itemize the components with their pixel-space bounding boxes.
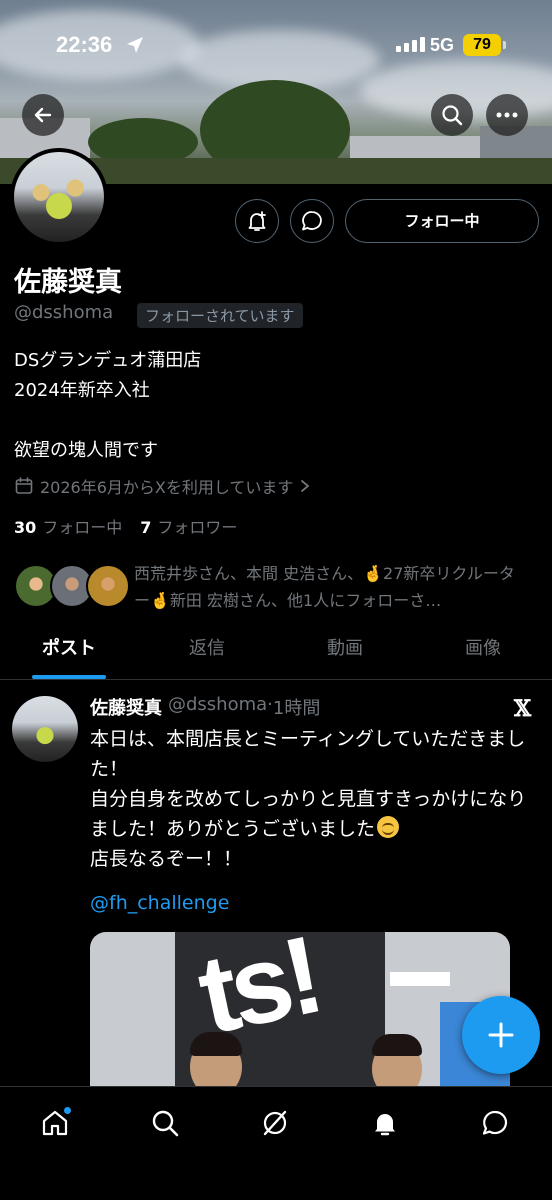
nav-messages[interactable] (475, 1103, 515, 1143)
following-label: フォロー中 (42, 518, 123, 537)
tab-videos[interactable]: 動画 (276, 624, 414, 679)
smiling-face-emoji-icon (377, 816, 400, 838)
x-logo-icon: 𝕏 (514, 696, 532, 722)
battery-indicator: 79 (463, 34, 506, 56)
post-author-name[interactable]: 佐藤奨真 (90, 694, 162, 720)
home-notification-dot (64, 1107, 71, 1114)
post-author-avatar[interactable] (12, 696, 78, 762)
cellular-signal-icon (396, 37, 425, 52)
search-button[interactable] (431, 94, 473, 136)
nav-home[interactable] (35, 1103, 75, 1143)
joined-date[interactable]: 2026年6月からXを利用しています (14, 474, 311, 498)
location-arrow-icon (127, 37, 143, 53)
followers-count: 7 (140, 518, 152, 537)
mutual-followers[interactable]: 西荒井歩さん、本間 史浩さん、🤞27新卒リクルーター🤞新田 宏樹さん、他1人にフ… (14, 560, 524, 614)
photo-ceiling-light (390, 972, 450, 986)
post-media-image[interactable]: ts! (90, 932, 510, 1092)
mutual-followers-text: 西荒井歩さん、本間 史浩さん、🤞27新卒リクルーター🤞新田 宏樹さん、他1人にフ… (134, 564, 515, 610)
profile-name: 佐藤奨真 (14, 267, 122, 298)
followers-label: フォロワー (157, 518, 238, 537)
profile-handle: @dsshoma (14, 302, 114, 323)
calendar-icon (15, 477, 33, 494)
grok-icon (263, 1110, 287, 1136)
mutual-avatars (14, 560, 130, 610)
following-button[interactable]: フォロー中 (345, 199, 539, 243)
bottom-navigation (0, 1086, 552, 1200)
post-author-handle[interactable]: @dsshoma (168, 694, 267, 720)
post-time[interactable]: 1時間 (273, 694, 320, 720)
arrow-left-icon (34, 107, 52, 123)
following-link[interactable]: 30 フォロー中 (14, 514, 122, 538)
compose-post-button[interactable] (462, 996, 540, 1074)
follow-counts: 30 フォロー中 7 フォロワー (14, 514, 237, 538)
status-time: 22:36 (56, 32, 113, 57)
more-button[interactable] (486, 94, 528, 136)
post-text-end: 店長なるぞー！！ (90, 848, 243, 870)
network-type: 5G (430, 35, 455, 55)
followers-link[interactable]: 7 フォロワー (140, 514, 237, 538)
nav-grok[interactable] (255, 1103, 295, 1143)
bell-plus-icon (248, 211, 266, 231)
search-icon (442, 105, 463, 126)
photo-person-hair (190, 1032, 242, 1056)
post-header: 佐藤奨真 @dsshoma · 1時間 (90, 694, 320, 720)
back-button[interactable] (22, 94, 64, 136)
profile-tabs: ポスト 返信 動画 画像 (0, 624, 552, 680)
status-bar: 22:36 5G 79 (0, 0, 552, 90)
tab-images[interactable]: 画像 (414, 624, 552, 679)
plus-icon (488, 1022, 514, 1048)
post-text: 本日は、本間店長とミーティングしていただきました！ 自分自身を改めてしっかりと見… (90, 724, 530, 874)
tab-posts[interactable]: ポスト (0, 624, 138, 679)
message-button[interactable] (290, 199, 334, 243)
post-text-main: 本日は、本間店長とミーティングしていただきました！ 自分自身を改めてしっかりと見… (90, 728, 527, 840)
post-mention-link[interactable]: @fh_challenge (90, 892, 229, 914)
chat-bubble-icon (302, 211, 322, 231)
follows-you-badge: フォローされています (137, 303, 303, 328)
photo-person-hair (372, 1034, 422, 1056)
mutual-avatar (86, 564, 130, 608)
search-icon (152, 1110, 179, 1137)
following-count: 30 (14, 518, 37, 537)
notifications-button[interactable] (235, 199, 279, 243)
nav-notifications[interactable] (365, 1103, 405, 1143)
profile-avatar[interactable] (10, 148, 108, 246)
chat-bubble-icon (482, 1110, 508, 1135)
more-horizontal-icon (496, 112, 518, 118)
joined-text: 2026年6月からXを利用しています (40, 478, 294, 497)
tab-replies[interactable]: 返信 (138, 624, 276, 679)
chevron-right-icon (301, 480, 310, 492)
nav-search[interactable] (145, 1103, 185, 1143)
profile-bio: DSグランデュオ蒲田店 2024年新卒入社 欲望の塊人間です (14, 350, 202, 461)
bell-icon (375, 1114, 395, 1136)
